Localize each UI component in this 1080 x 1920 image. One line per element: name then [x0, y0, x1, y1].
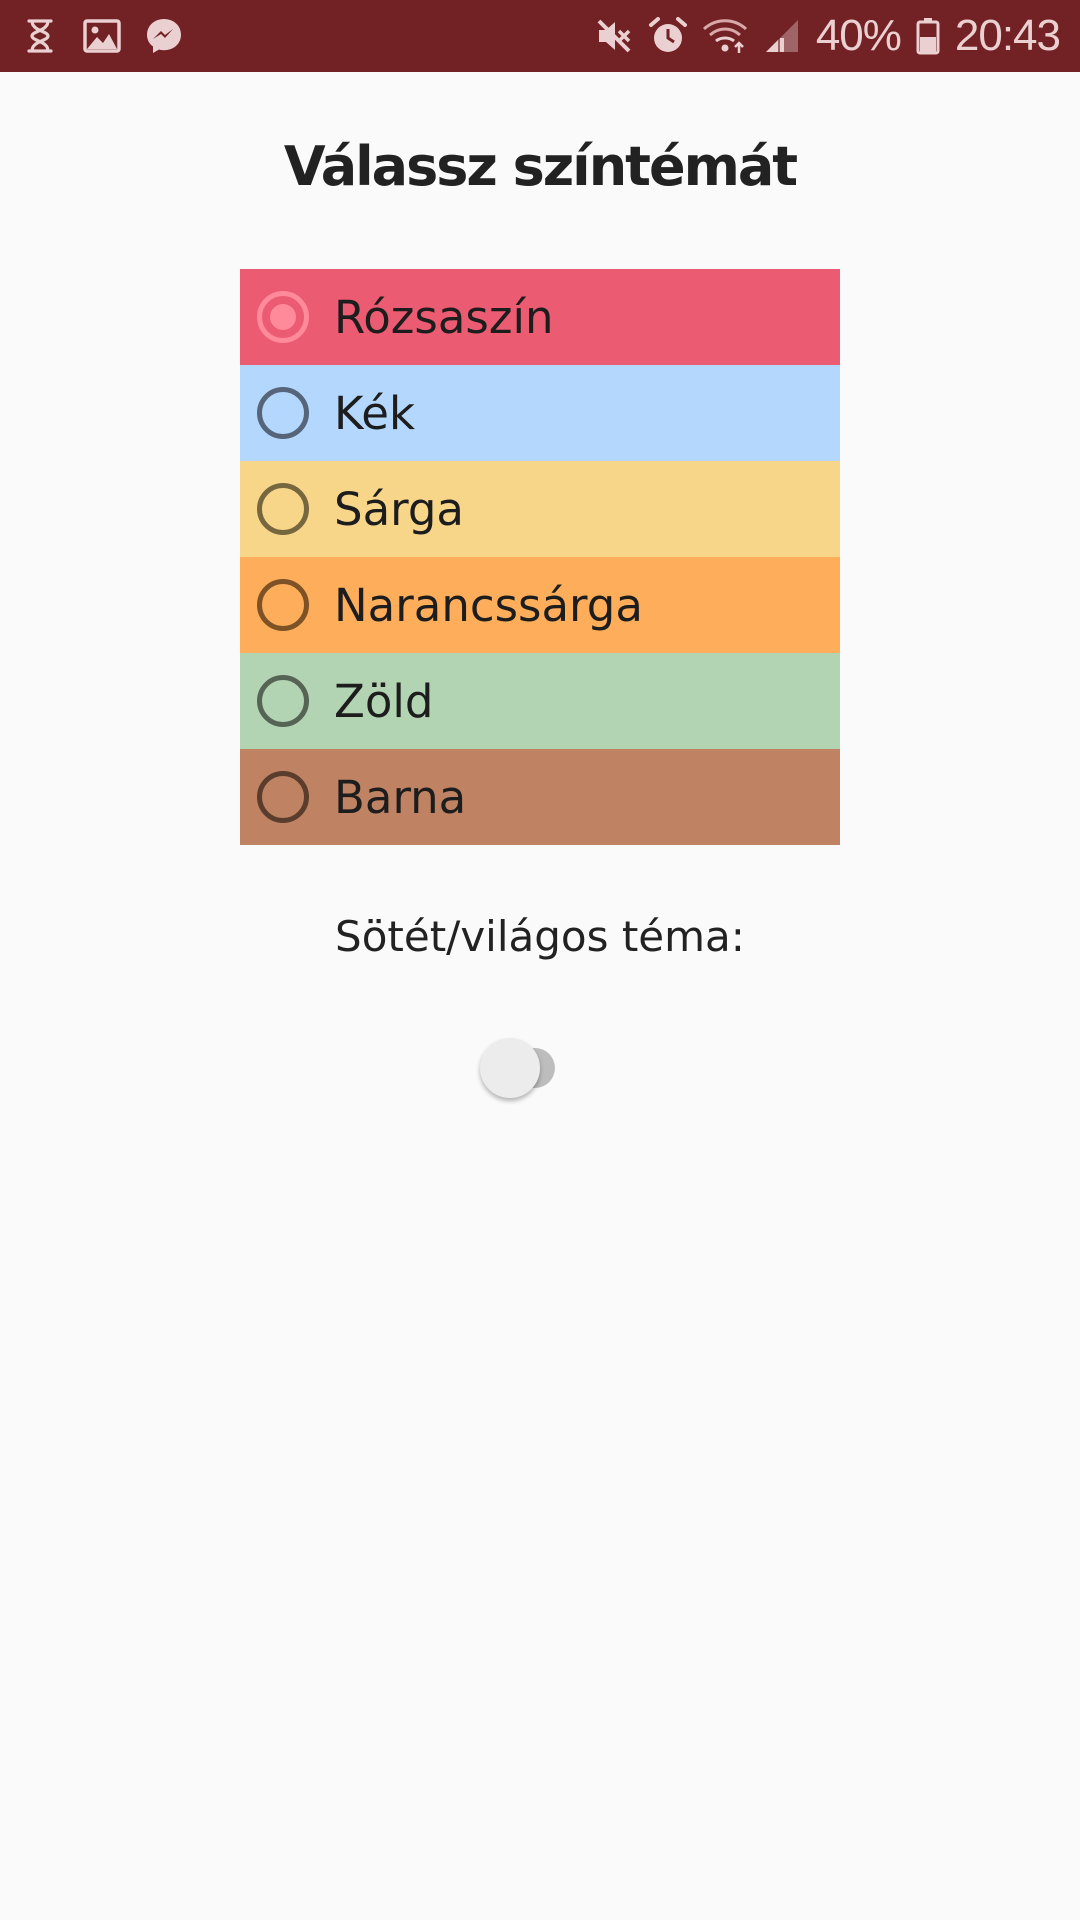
- page-title: Válassz színtémát: [283, 135, 798, 198]
- messenger-icon: [144, 16, 184, 56]
- theme-option-brown[interactable]: Barna: [240, 749, 840, 845]
- theme-option-blue[interactable]: Kék: [240, 365, 840, 461]
- theme-option-green[interactable]: Zöld: [240, 653, 840, 749]
- radio-button-orange[interactable]: [257, 579, 309, 631]
- hourglass-icon: [20, 16, 60, 56]
- theme-option-label: Sárga: [334, 482, 464, 536]
- theme-option-yellow[interactable]: Sárga: [240, 461, 840, 557]
- theme-option-label: Kék: [334, 386, 416, 440]
- radio-button-brown[interactable]: [257, 771, 309, 823]
- radio-button-pink[interactable]: [257, 291, 309, 343]
- radio-button-yellow[interactable]: [257, 483, 309, 535]
- battery-percentage: 40%: [815, 11, 902, 60]
- switch-thumb: [480, 1038, 540, 1098]
- battery-icon: [915, 16, 941, 56]
- status-bar-system: 40% 20:43: [594, 11, 1061, 61]
- theme-option-pink[interactable]: Rózsaszín: [240, 269, 840, 365]
- dark-mode-label: Sötét/világos téma:: [335, 912, 745, 961]
- theme-option-orange[interactable]: Narancssárga: [240, 557, 840, 653]
- wifi-icon: [702, 16, 748, 56]
- theme-option-label: Rózsaszín: [334, 290, 554, 344]
- theme-radio-group: Rózsaszín Kék Sárga Narancssárga Zöld Ba…: [240, 269, 840, 845]
- status-bar: 40% 20:43: [0, 0, 1080, 72]
- signal-icon: [762, 16, 802, 56]
- radio-button-green[interactable]: [257, 675, 309, 727]
- clock-time: 20:43: [954, 11, 1061, 60]
- alarm-icon: [648, 16, 688, 56]
- theme-option-label: Narancssárga: [334, 578, 643, 632]
- mute-icon: [594, 16, 634, 56]
- dark-mode-switch[interactable]: [478, 1038, 578, 1098]
- radio-button-blue[interactable]: [257, 387, 309, 439]
- image-icon: [82, 16, 122, 56]
- status-bar-notifications: [20, 16, 184, 56]
- theme-option-label: Zöld: [334, 674, 434, 728]
- theme-option-label: Barna: [334, 770, 467, 824]
